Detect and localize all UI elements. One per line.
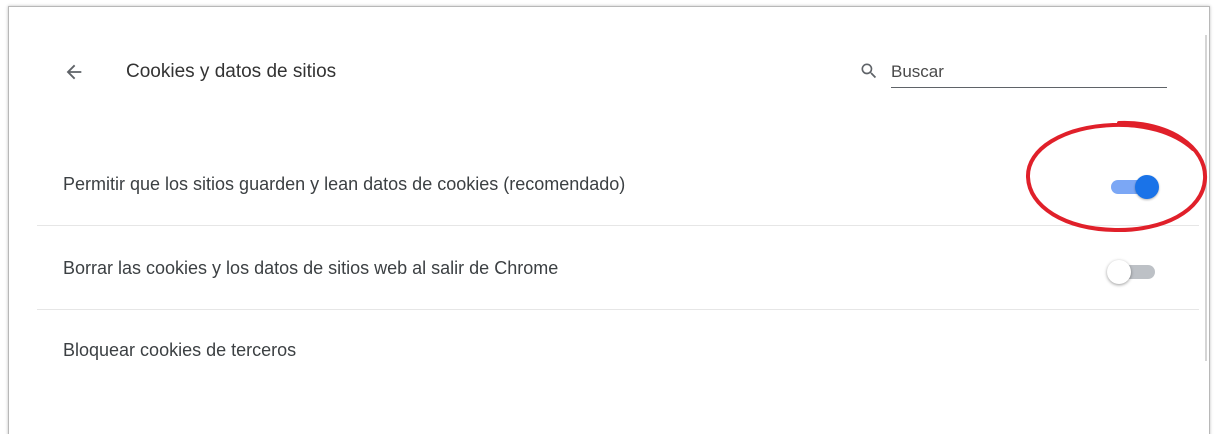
scrollbar[interactable] <box>1205 35 1207 361</box>
back-button[interactable] <box>61 59 87 85</box>
setting-label-block-third-party: Bloquear cookies de terceros <box>63 340 297 360</box>
setting-row-clear-on-exit: Borrar las cookies y los datos de sitios… <box>37 225 1199 310</box>
toggle-knob <box>1135 175 1159 199</box>
page-header: Cookies y datos de sitios <box>9 7 1199 127</box>
setting-label-allow-cookies: Permitir que los sitios guarden y lean d… <box>63 174 626 194</box>
setting-row-block-third-party[interactable]: Bloquear cookies de terceros <box>37 309 1199 394</box>
setting-label-clear-on-exit: Borrar las cookies y los datos de sitios… <box>63 258 559 278</box>
setting-row-allow-cookies: Permitir que los sitios guarden y lean d… <box>37 141 1199 225</box>
arrow-back-icon <box>66 64 82 80</box>
search-input[interactable] <box>891 57 1167 88</box>
page-title: Cookies y datos de sitios <box>126 61 337 82</box>
settings-panel: Cookies y datos de sitios Permitir que l… <box>8 6 1210 434</box>
allow-cookies-toggle[interactable] <box>1107 174 1159 199</box>
search-box <box>859 57 1167 93</box>
search-icon[interactable] <box>859 61 879 81</box>
clear-on-exit-toggle[interactable] <box>1107 259 1159 284</box>
screenshot-page: Cookies y datos de sitios Permitir que l… <box>0 0 1219 434</box>
toggle-knob <box>1107 260 1131 284</box>
